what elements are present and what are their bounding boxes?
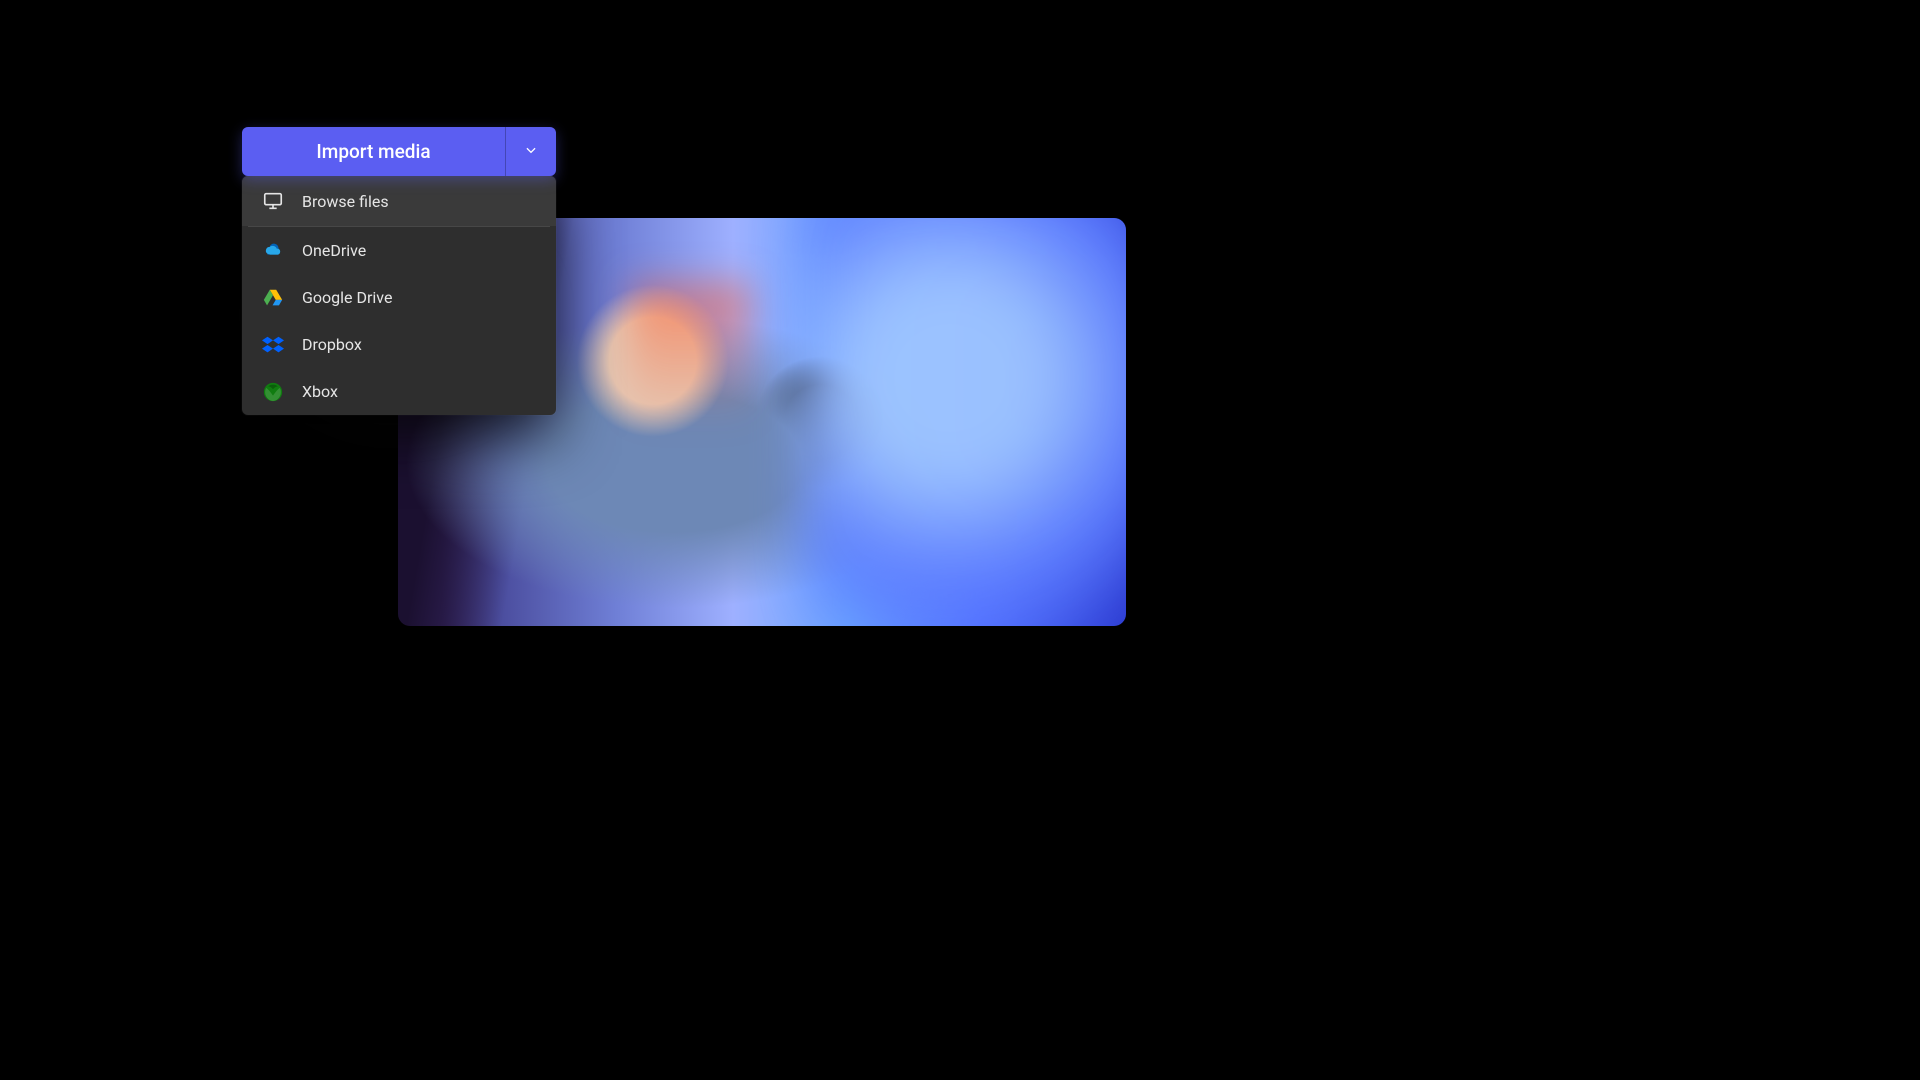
import-media-split-button: Import media	[242, 127, 556, 176]
dropdown-item-xbox[interactable]: Xbox	[242, 368, 556, 415]
dropdown-item-label: Xbox	[302, 382, 338, 401]
onedrive-icon	[262, 240, 284, 262]
dropdown-item-google-drive[interactable]: Google Drive	[242, 274, 556, 321]
import-media-button[interactable]: Import media	[242, 127, 505, 176]
import-media-dropdown: Browse files OneDrive Google Drive	[242, 176, 556, 415]
dropdown-item-label: Browse files	[302, 192, 389, 211]
dropdown-item-label: Dropbox	[302, 335, 362, 354]
dropdown-item-onedrive[interactable]: OneDrive	[242, 227, 556, 274]
dropdown-item-label: Google Drive	[302, 288, 392, 307]
google-drive-icon	[262, 287, 284, 309]
dropdown-item-label: OneDrive	[302, 241, 366, 260]
xbox-icon	[262, 381, 284, 403]
dropbox-icon	[262, 334, 284, 356]
dropdown-item-dropbox[interactable]: Dropbox	[242, 321, 556, 368]
dropdown-item-browse-files[interactable]: Browse files	[242, 176, 556, 226]
chevron-down-icon	[524, 142, 538, 161]
import-media-caret-button[interactable]	[505, 127, 556, 176]
monitor-icon	[262, 190, 284, 212]
